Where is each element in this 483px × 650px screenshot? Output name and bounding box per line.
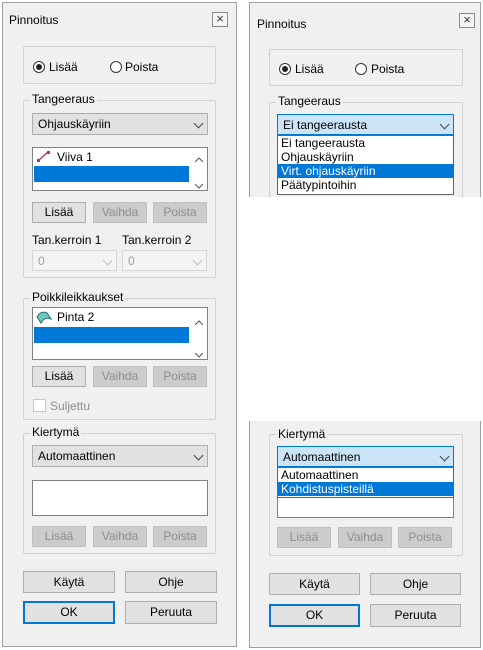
tan-coef2-label: Tan.kerroin 2 — [122, 233, 192, 247]
rotation-remove-button[interactable]: Poista — [398, 527, 452, 548]
help-button[interactable]: Ohje — [125, 571, 217, 593]
chevron-down-icon — [439, 119, 450, 130]
close-button[interactable]: × — [459, 13, 475, 28]
closed-checkbox-label: Suljettu — [50, 399, 91, 413]
tangent-group-label: Tangeeraus — [276, 94, 343, 108]
tangent-group-label: Tangeeraus — [30, 92, 97, 106]
tan-coef1-combo[interactable]: 0 — [32, 250, 117, 271]
rotation-combo-value: Automaattinen — [283, 450, 361, 464]
tangent-combo-value: Ohjauskäyriin — [38, 117, 111, 131]
chevron-down-icon — [192, 255, 203, 266]
curve-icon — [37, 151, 50, 162]
sections-change-button[interactable]: Vaihda — [93, 366, 147, 387]
sections-remove-button[interactable]: Poista — [153, 366, 207, 387]
cancel-button[interactable]: Peruuta — [125, 601, 217, 624]
rotation-remove-button[interactable]: Poista — [153, 526, 207, 547]
add-radio-label: Lisää — [49, 60, 78, 74]
close-button[interactable]: × — [212, 12, 228, 27]
tangent-remove-button[interactable]: Poista — [153, 202, 207, 223]
scroll-down-icon[interactable] — [194, 347, 204, 358]
rotation-group-label: Kiertymä — [276, 427, 328, 441]
close-icon: × — [216, 11, 224, 26]
apply-button[interactable]: Käytä — [23, 571, 115, 593]
add-radio[interactable] — [279, 63, 291, 75]
chevron-down-icon — [439, 451, 450, 462]
tangent-add-button[interactable]: Lisää — [32, 202, 86, 223]
tangent-option[interactable]: Ei tangeerausta — [278, 136, 453, 150]
rotation-option[interactable]: Automaattinen — [278, 468, 453, 482]
dialog-title: Pinnoitus — [9, 13, 59, 27]
cancel-button[interactable]: Peruuta — [370, 604, 461, 627]
tangent-option-highlighted[interactable]: Virt. ohjauskäyriin — [278, 164, 453, 178]
list-item-selected-empty[interactable] — [34, 327, 189, 343]
rotation-option-highlighted[interactable]: Kohdistuspisteillä — [278, 482, 453, 496]
chevron-down-icon — [102, 255, 113, 266]
ok-button[interactable]: OK — [269, 604, 360, 627]
apply-button[interactable]: Käytä — [269, 573, 360, 595]
help-button[interactable]: Ohje — [370, 573, 461, 595]
list-item-selected-empty[interactable] — [34, 166, 189, 182]
list-item[interactable]: Viiva 1 — [57, 150, 93, 164]
closed-checkbox[interactable] — [33, 399, 46, 412]
sections-add-button[interactable]: Lisää — [32, 366, 86, 387]
tangent-option[interactable]: Päätypintoihin — [278, 178, 453, 192]
rotation-group-label: Kiertymä — [30, 425, 82, 439]
scroll-down-icon[interactable] — [194, 178, 204, 189]
tan-coef1-value: 0 — [38, 254, 45, 268]
tangent-combo-value: Ei tangeerausta — [283, 118, 368, 132]
remove-radio-label: Poista — [125, 60, 159, 74]
dialog-pinnoitus-left: Pinnoitus × Lisää Poista Tangeeraus Ohja… — [2, 2, 237, 647]
rotation-change-button[interactable]: Vaihda — [338, 527, 392, 548]
list-item[interactable]: Pinta 2 — [57, 310, 94, 324]
chevron-down-icon — [193, 118, 204, 129]
rotation-combo[interactable]: Automaattinen — [32, 445, 208, 467]
scroll-up-icon[interactable] — [194, 152, 204, 163]
rotation-add-button[interactable]: Lisää — [32, 526, 86, 547]
tangent-option[interactable]: Ohjauskäyriin — [278, 150, 453, 164]
tangent-dropdown-list[interactable]: Ei tangeerausta Ohjauskäyriin Virt. ohja… — [277, 135, 454, 195]
rotation-add-button[interactable]: Lisää — [277, 527, 331, 548]
remove-radio[interactable] — [355, 63, 367, 75]
rotation-dropdown-list[interactable]: Automaattinen Kohdistuspisteillä — [277, 467, 454, 498]
sections-list[interactable]: Pinta 2 — [32, 307, 208, 360]
sections-group-label: Poikkileikkaukset — [30, 290, 126, 304]
tangent-curves-list[interactable]: Viiva 1 — [32, 147, 208, 191]
tangent-combo[interactable]: Ohjauskäyriin — [32, 113, 208, 135]
rotation-combo[interactable]: Automaattinen — [277, 446, 454, 467]
surface-icon — [36, 311, 52, 324]
tan-coef1-label: Tan.kerroin 1 — [32, 233, 102, 247]
add-radio-label: Lisää — [295, 62, 324, 76]
rotation-change-button[interactable]: Vaihda — [93, 526, 147, 547]
dialog-pinnoitus-right-top: Pinnoitus × Lisää Poista Tangeeraus Ei t… — [249, 2, 481, 198]
chevron-down-icon — [193, 450, 204, 461]
dialog-title: Pinnoitus — [257, 17, 307, 31]
dialog-pinnoitus-right-bottom: Kiertymä Automaattinen Automaattinen Koh… — [249, 421, 481, 648]
tan-coef2-value: 0 — [128, 254, 135, 268]
rotation-combo-value: Automaattinen — [38, 449, 116, 463]
tan-coef2-combo[interactable]: 0 — [122, 250, 207, 271]
scroll-up-icon[interactable] — [194, 315, 204, 326]
remove-radio[interactable] — [110, 61, 122, 73]
ok-button[interactable]: OK — [23, 601, 115, 624]
tangent-change-button[interactable]: Vaihda — [93, 202, 147, 223]
tangent-combo[interactable]: Ei tangeerausta — [277, 114, 454, 135]
add-radio[interactable] — [33, 61, 45, 73]
remove-radio-label: Poista — [371, 62, 405, 76]
rotation-points-list[interactable] — [32, 480, 208, 516]
close-icon: × — [463, 12, 471, 27]
